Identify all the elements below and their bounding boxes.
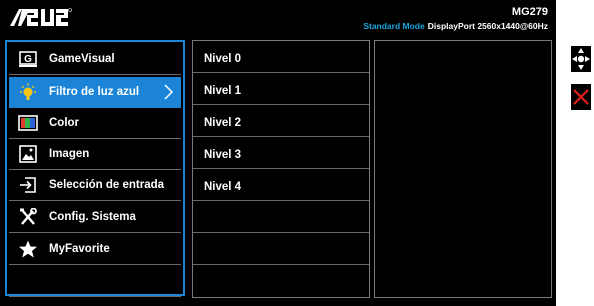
menu-item-empty xyxy=(9,266,181,297)
model-name: MG279 xyxy=(511,6,548,18)
option-nivel-1[interactable]: Nivel 1 xyxy=(193,73,369,105)
osd-header: MG279 Standard Mode DisplayPort 2560x1440… xyxy=(0,0,556,36)
menu-item-blue-light-filter[interactable]: Filtro de luz azul xyxy=(9,77,181,108)
option-empty xyxy=(193,233,369,265)
status-line: Standard Mode DisplayPort 2560x1440@60Hz xyxy=(363,21,548,31)
option-nivel-3[interactable]: Nivel 3 xyxy=(193,137,369,169)
close-button[interactable] xyxy=(571,84,591,110)
menu-item-label: Imagen xyxy=(49,148,90,160)
option-label: Nivel 2 xyxy=(204,117,242,129)
detail-panel xyxy=(374,40,552,298)
navigation-joystick-icon xyxy=(572,48,590,70)
sub-menu: Nivel 0 Nivel 1 Nivel 2 Nivel 3 Nivel 4 xyxy=(192,40,370,298)
menu-item-label: GameVisual xyxy=(49,53,115,65)
menu-item-color[interactable]: Color xyxy=(9,108,181,139)
option-label: Nivel 4 xyxy=(204,181,242,193)
option-label: Nivel 3 xyxy=(204,149,242,161)
input-select-icon xyxy=(20,177,36,193)
image-icon xyxy=(19,145,37,163)
monitor-osd: MG279 Standard Mode DisplayPort 2560x1440… xyxy=(0,0,556,306)
option-nivel-0[interactable]: Nivel 0 xyxy=(193,41,369,73)
option-empty xyxy=(193,201,369,233)
wrench-screwdriver-icon xyxy=(20,208,37,225)
close-icon xyxy=(573,89,589,105)
option-label: Nivel 0 xyxy=(204,53,242,65)
option-nivel-4[interactable]: Nivel 4 xyxy=(193,169,369,201)
option-empty xyxy=(193,265,369,297)
input-info: DisplayPort 2560x1440@60Hz xyxy=(427,21,548,31)
star-icon xyxy=(19,240,37,258)
menu-item-system-setup[interactable]: Config. Sistema xyxy=(9,202,181,233)
svg-text:G: G xyxy=(24,54,32,65)
menu-item-label: Selección de entrada xyxy=(49,179,165,191)
menu-item-label: Filtro de luz azul xyxy=(49,86,140,98)
asus-logo xyxy=(10,8,72,26)
main-menu: G GameVisual Filtro de luz azul Color Im… xyxy=(5,40,185,297)
menu-item-image[interactable]: Imagen xyxy=(9,139,181,170)
option-label: Nivel 1 xyxy=(204,85,242,97)
color-icon xyxy=(18,115,38,131)
blue-light-icon xyxy=(20,83,36,100)
menu-item-input-select[interactable]: Selección de entrada xyxy=(9,170,181,201)
navigation-joystick-button[interactable] xyxy=(571,46,591,72)
gamevisual-icon: G xyxy=(19,51,37,67)
menu-item-gamevisual[interactable]: G GameVisual xyxy=(9,44,181,75)
mode-text: Standard Mode xyxy=(363,21,425,31)
menu-item-label: MyFavorite xyxy=(49,243,110,255)
menu-item-label: Config. Sistema xyxy=(49,211,136,223)
option-nivel-2[interactable]: Nivel 2 xyxy=(193,105,369,137)
menu-item-myfavorite[interactable]: MyFavorite xyxy=(9,234,181,265)
chevron-right-icon xyxy=(164,84,174,100)
menu-item-label: Color xyxy=(49,117,80,129)
